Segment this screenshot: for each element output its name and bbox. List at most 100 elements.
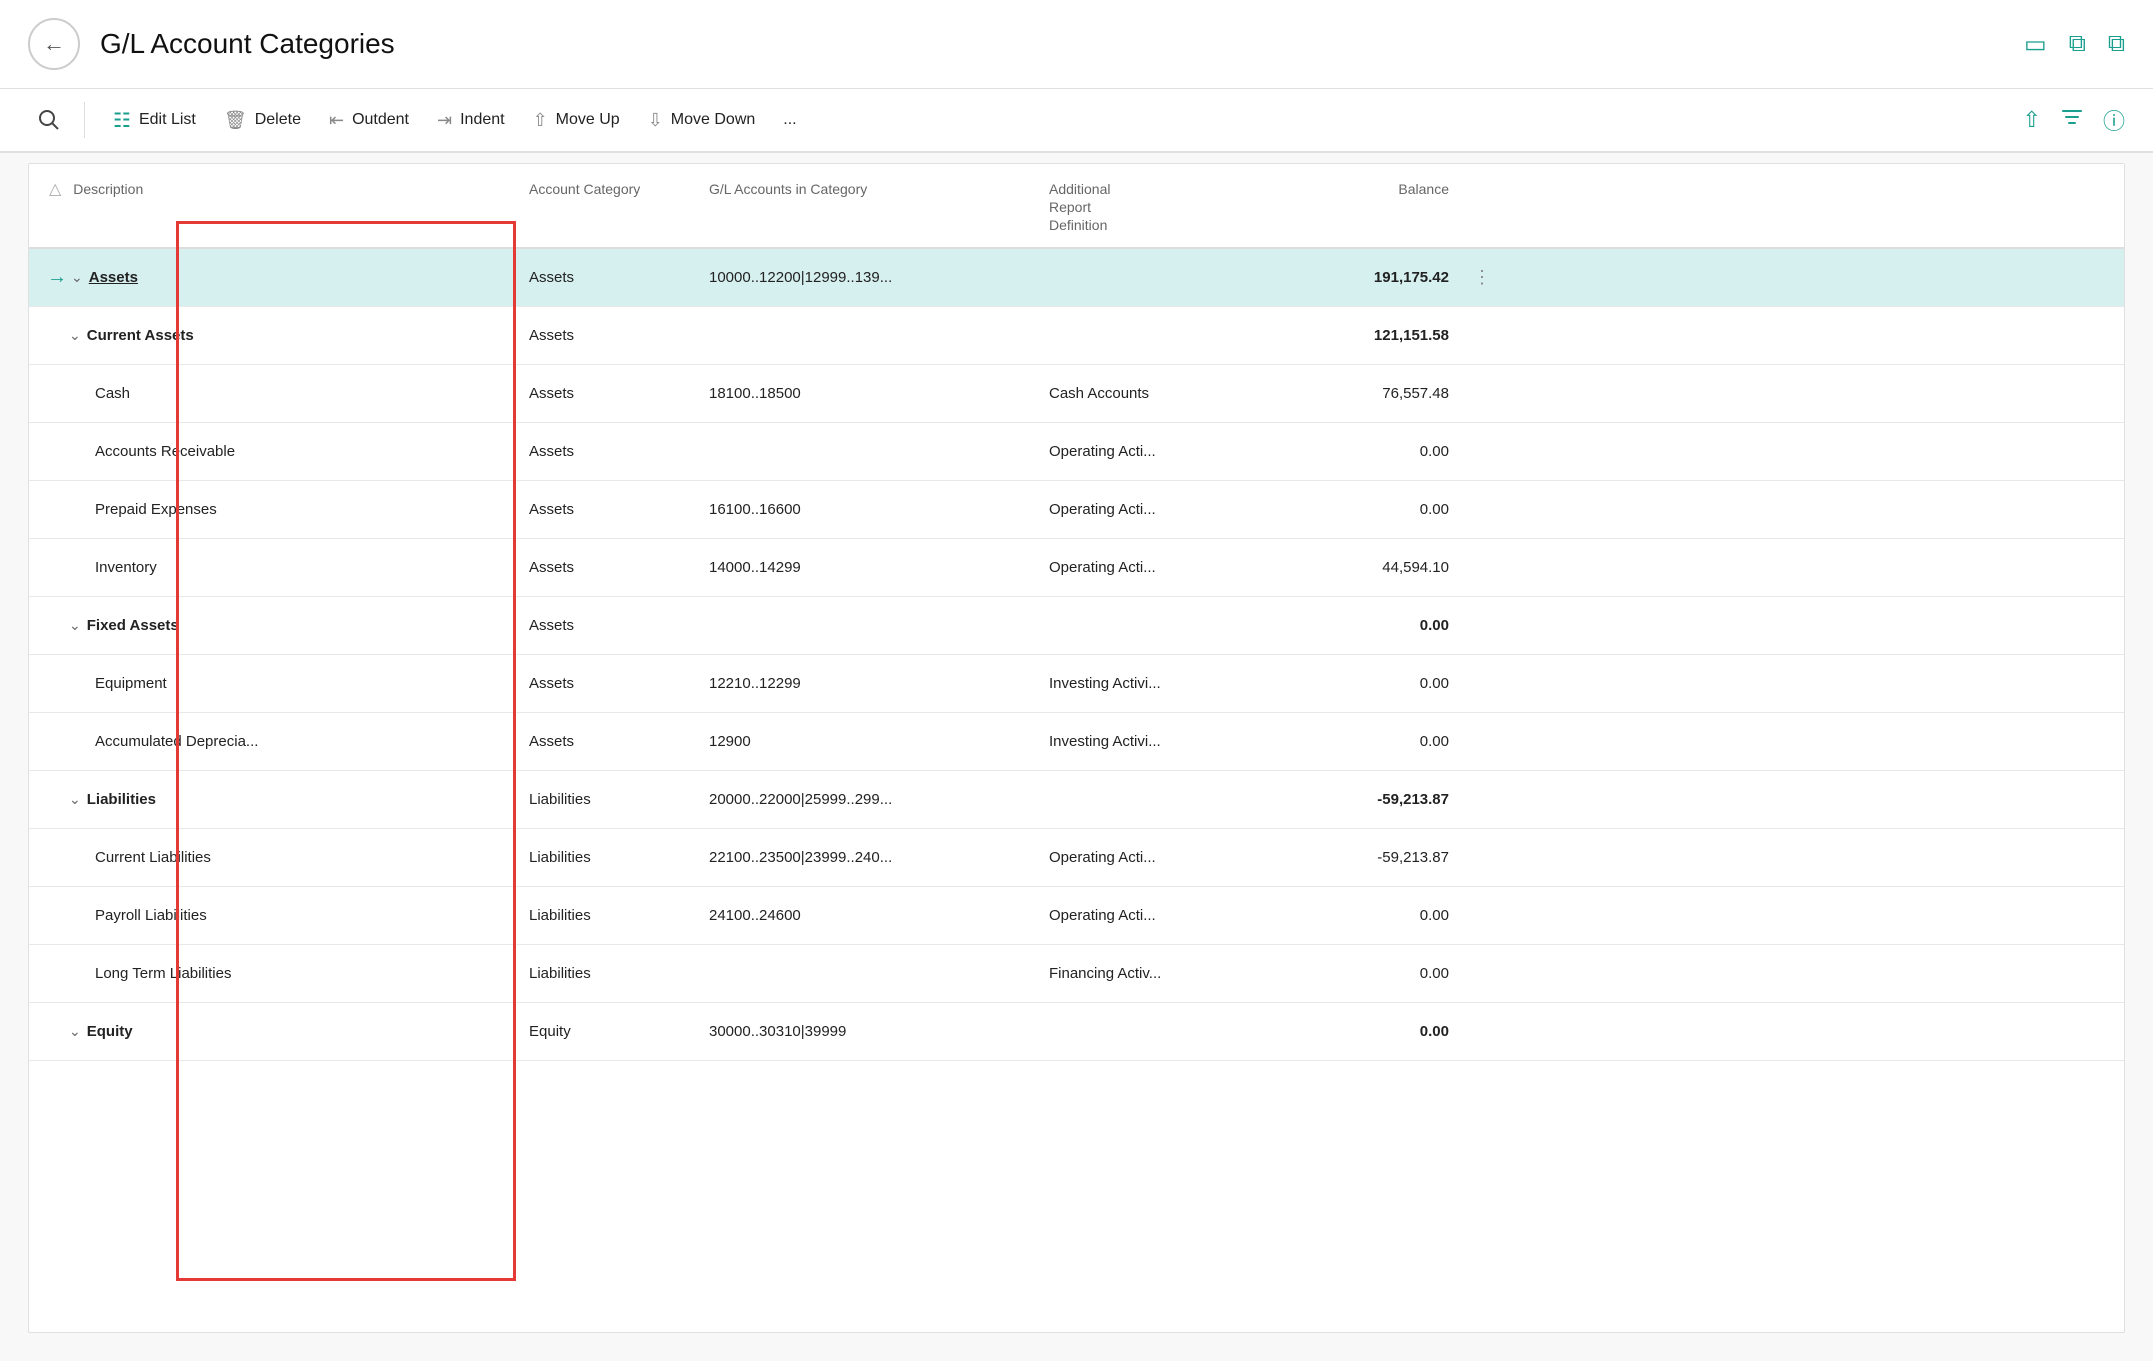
col-header-scroll (1459, 164, 1489, 247)
gl-accounts-cell (699, 441, 1039, 461)
bookmark-icon[interactable]: ▭ (2024, 30, 2047, 59)
indent-button[interactable]: ⇥ Indent (423, 102, 519, 139)
description-cell: Equipment (39, 665, 519, 702)
move-up-button[interactable]: ⇧ Move Up (519, 102, 634, 139)
main-window: ← G/L Account Categories ▭ ⧉ ⧉ ☷ Edit Li… (0, 0, 2153, 1361)
edit-list-icon: ☷ (113, 108, 131, 133)
info-icon[interactable]: ⓘ (2103, 104, 2125, 136)
table-row[interactable]: ⌄ Equity Equity 30000..30310|39999 0.00 (29, 1003, 2124, 1061)
account-category-cell: Assets (519, 375, 699, 412)
chevron-icon[interactable]: ⌄ (71, 269, 83, 286)
row-description: Long Term Liabilities (95, 965, 231, 982)
balance-cell: 0.00 (1279, 955, 1459, 992)
move-up-label: Move Up (556, 111, 620, 129)
balance-cell: 44,594.10 (1279, 549, 1459, 586)
table-row[interactable]: ⌄ Current Assets Assets 121,151.58 (29, 307, 2124, 365)
row-description: Current Liabilities (95, 849, 211, 866)
account-category-cell: Assets (519, 317, 699, 354)
outdent-button[interactable]: ⇤ Outdent (315, 102, 423, 139)
more-button[interactable]: ... (769, 103, 810, 137)
share-icon[interactable]: ⇧ (2023, 107, 2041, 133)
balance-cell: 0.00 (1279, 723, 1459, 760)
dots-cell[interactable]: ⋮ (1459, 257, 1489, 298)
move-down-icon: ⇩ (648, 110, 663, 131)
outdent-label: Outdent (352, 111, 409, 129)
additional-report-cell (1039, 615, 1279, 635)
gl-accounts-cell: 14000..14299 (699, 549, 1039, 586)
col-header-description: △ Description (39, 164, 519, 247)
indent-label: Indent (460, 111, 504, 129)
more-label: ... (783, 111, 796, 129)
table-row[interactable]: Accumulated Deprecia... Assets 12900 Inv… (29, 713, 2124, 771)
description-cell: Inventory (39, 549, 519, 586)
gl-accounts-cell (699, 963, 1039, 983)
table-row[interactable]: Prepaid Expenses Assets 16100..16600 Ope… (29, 481, 2124, 539)
expand-icon[interactable]: ⧉ (2108, 30, 2125, 58)
row-arrow-icon: → (47, 266, 67, 289)
table-row[interactable]: ⌄ Fixed Assets Assets 0.00 (29, 597, 2124, 655)
description-cell: Accounts Receivable (39, 433, 519, 470)
chevron-icon[interactable]: ⌄ (69, 617, 81, 634)
balance-cell: -59,213.87 (1279, 839, 1459, 876)
table-wrapper: △ Description Account Category G/L Accou… (28, 153, 2125, 1333)
row-context-menu[interactable]: ⋮ (1469, 263, 1495, 291)
table-row[interactable]: Payroll Liabilities Liabilities 24100..2… (29, 887, 2124, 945)
filter-icon[interactable] (2061, 106, 2083, 134)
chevron-icon[interactable]: ⌄ (69, 1023, 81, 1040)
search-button[interactable] (28, 99, 70, 141)
account-category-cell: Liabilities (519, 955, 699, 992)
balance-cell: 76,557.48 (1279, 375, 1459, 412)
col-header-balance: Balance (1279, 164, 1459, 247)
title-icon-group: ▭ ⧉ ⧉ (2024, 30, 2125, 59)
edit-list-button[interactable]: ☷ Edit List (99, 100, 210, 141)
row-description: Accumulated Deprecia... (95, 733, 258, 750)
sort-icon: △ (49, 181, 61, 198)
description-cell: Cash (39, 375, 519, 412)
additional-report-cell: Investing Activi... (1039, 665, 1279, 702)
gl-accounts-cell: 24100..24600 (699, 897, 1039, 934)
content-area: △ Description Account Category G/L Accou… (0, 153, 2153, 1361)
chevron-icon[interactable]: ⌄ (69, 791, 81, 808)
table-row[interactable]: Cash Assets 18100..18500 Cash Accounts 7… (29, 365, 2124, 423)
balance-cell: 0.00 (1279, 897, 1459, 934)
move-down-label: Move Down (671, 111, 755, 129)
row-description: Inventory (95, 559, 157, 576)
row-description: Cash (95, 385, 130, 402)
account-category-cell: Assets (519, 259, 699, 296)
table-row[interactable]: Current Liabilities Liabilities 22100..2… (29, 829, 2124, 887)
table-container: △ Description Account Category G/L Accou… (28, 163, 2125, 1333)
gl-accounts-cell: 20000..22000|25999..299... (699, 781, 1039, 818)
balance-cell: 191,175.42 (1279, 259, 1459, 296)
row-description: Equity (87, 1023, 133, 1040)
back-button[interactable]: ← (28, 18, 80, 70)
additional-report-cell: Financing Activ... (1039, 955, 1279, 992)
balance-cell: 0.00 (1279, 665, 1459, 702)
table-row[interactable]: ⌄ Liabilities Liabilities 20000..22000|2… (29, 771, 2124, 829)
divider-1 (84, 102, 85, 138)
balance-cell: 0.00 (1279, 1013, 1459, 1050)
external-link-icon[interactable]: ⧉ (2069, 30, 2086, 58)
balance-cell: -59,213.87 (1279, 781, 1459, 818)
additional-report-cell (1039, 325, 1279, 345)
row-description: Assets (89, 269, 138, 286)
description-cell: ⌄ Fixed Assets (39, 607, 519, 644)
move-down-button[interactable]: ⇩ Move Down (634, 102, 770, 139)
account-category-cell: Assets (519, 723, 699, 760)
balance-cell: 0.00 (1279, 607, 1459, 644)
table-row[interactable]: Inventory Assets 14000..14299 Operating … (29, 539, 2124, 597)
chevron-icon[interactable]: ⌄ (69, 327, 81, 344)
table-header: △ Description Account Category G/L Accou… (29, 164, 2124, 249)
table-row[interactable]: → ⌄ Assets Assets 10000..12200|12999..13… (29, 249, 2124, 307)
additional-report-cell: Operating Acti... (1039, 897, 1279, 934)
additional-report-cell: Operating Acti... (1039, 433, 1279, 470)
table-row[interactable]: Equipment Assets 12210..12299 Investing … (29, 655, 2124, 713)
col-header-additional-report: AdditionalReportDefinition (1039, 164, 1279, 247)
account-category-cell: Assets (519, 491, 699, 528)
row-description: Accounts Receivable (95, 443, 235, 460)
account-category-cell: Equity (519, 1013, 699, 1050)
delete-button[interactable]: 🗑 Delete (210, 102, 315, 139)
table-row[interactable]: Accounts Receivable Assets Operating Act… (29, 423, 2124, 481)
gl-accounts-cell: 12900 (699, 723, 1039, 760)
table-row[interactable]: Long Term Liabilities Liabilities Financ… (29, 945, 2124, 1003)
gl-accounts-cell: 10000..12200|12999..139... (699, 259, 1039, 296)
